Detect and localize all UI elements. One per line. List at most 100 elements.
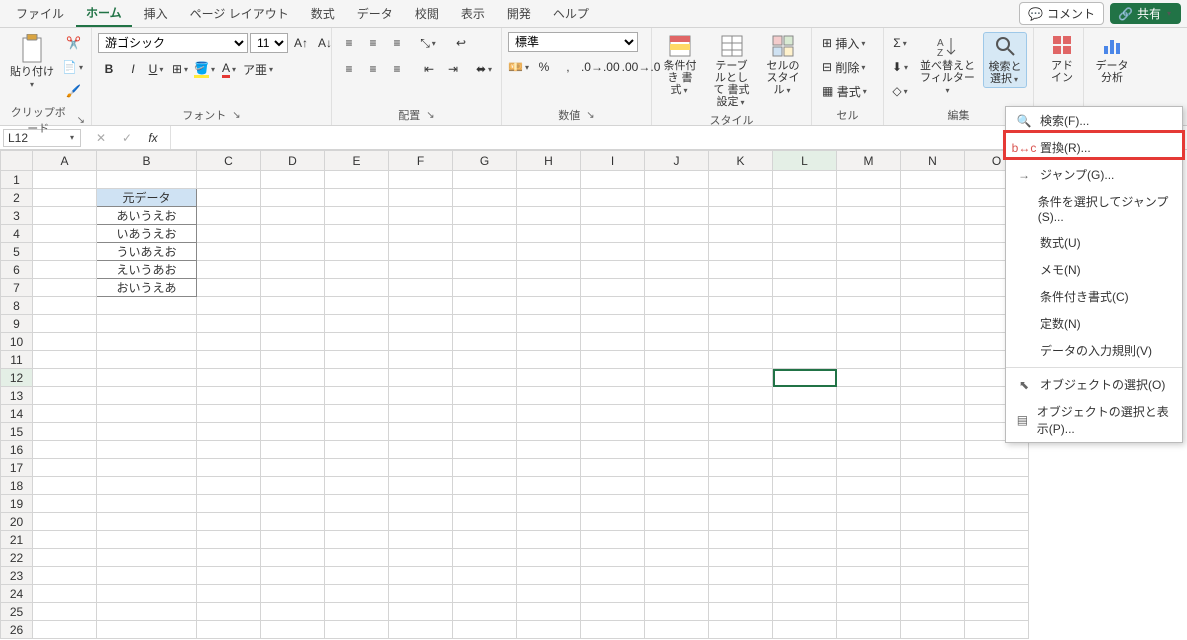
cell[interactable] (261, 549, 325, 567)
cell[interactable] (773, 189, 837, 207)
cell[interactable] (773, 171, 837, 189)
cell[interactable] (773, 621, 837, 639)
cell[interactable] (97, 459, 197, 477)
cell[interactable] (33, 297, 97, 315)
menu-formulas[interactable]: 数式(U) (1006, 229, 1182, 256)
cell[interactable] (581, 351, 645, 369)
cell[interactable] (453, 315, 517, 333)
cell[interactable] (901, 513, 965, 531)
cell[interactable] (709, 243, 773, 261)
tab-pagelayout[interactable]: ページ レイアウト (180, 1, 299, 26)
cell[interactable] (901, 207, 965, 225)
cell[interactable] (965, 549, 1029, 567)
cell[interactable] (837, 405, 901, 423)
cell[interactable] (97, 495, 197, 513)
column-header[interactable]: A (33, 151, 97, 171)
cell[interactable] (709, 333, 773, 351)
cell[interactable] (261, 225, 325, 243)
cell[interactable] (261, 243, 325, 261)
cell[interactable] (261, 585, 325, 603)
cell[interactable] (33, 369, 97, 387)
cell[interactable] (581, 441, 645, 459)
cell[interactable] (645, 603, 709, 621)
row-header[interactable]: 12 (1, 369, 33, 387)
cell[interactable] (261, 279, 325, 297)
cell[interactable] (709, 567, 773, 585)
cell[interactable] (517, 207, 581, 225)
cell[interactable] (453, 333, 517, 351)
cell[interactable] (389, 531, 453, 549)
cell[interactable] (197, 405, 261, 423)
cell[interactable] (197, 171, 261, 189)
copy-button[interactable]: 📄▾ (62, 56, 85, 78)
cell[interactable] (325, 189, 389, 207)
cell[interactable] (325, 423, 389, 441)
cell[interactable] (581, 387, 645, 405)
column-header[interactable]: F (389, 151, 453, 171)
cell[interactable] (581, 369, 645, 387)
cell[interactable] (97, 387, 197, 405)
cell[interactable] (773, 243, 837, 261)
row-header[interactable]: 10 (1, 333, 33, 351)
cell[interactable] (325, 477, 389, 495)
cell[interactable] (773, 513, 837, 531)
cell[interactable] (389, 315, 453, 333)
cell[interactable] (325, 171, 389, 189)
cell[interactable] (33, 243, 97, 261)
number-dialog-launcher[interactable]: ↘ (586, 110, 594, 121)
cell[interactable] (901, 477, 965, 495)
cell[interactable] (453, 189, 517, 207)
cell[interactable] (197, 549, 261, 567)
cell[interactable] (197, 585, 261, 603)
cell[interactable] (517, 567, 581, 585)
cell[interactable] (261, 297, 325, 315)
cell[interactable] (261, 189, 325, 207)
cell[interactable] (773, 387, 837, 405)
cell[interactable] (33, 387, 97, 405)
column-header[interactable]: M (837, 151, 901, 171)
cell[interactable] (581, 603, 645, 621)
comma-button[interactable]: , (557, 56, 579, 78)
cell[interactable] (581, 261, 645, 279)
cell[interactable] (389, 189, 453, 207)
cell[interactable] (901, 261, 965, 279)
cell[interactable] (453, 279, 517, 297)
cell[interactable] (453, 531, 517, 549)
cell[interactable] (325, 567, 389, 585)
cell[interactable] (773, 495, 837, 513)
fill-color-button[interactable]: 🪣▾ (194, 58, 217, 80)
cell[interactable] (581, 567, 645, 585)
cell[interactable] (837, 225, 901, 243)
cell[interactable] (581, 585, 645, 603)
cell[interactable] (645, 243, 709, 261)
cell[interactable] (837, 459, 901, 477)
cell[interactable] (197, 603, 261, 621)
analyze-data-button[interactable]: データ 分析 (1090, 32, 1134, 86)
cell[interactable] (33, 621, 97, 639)
cell[interactable] (901, 279, 965, 297)
row-header[interactable]: 6 (1, 261, 33, 279)
cell[interactable] (453, 495, 517, 513)
tab-insert[interactable]: 挿入 (134, 1, 178, 26)
cell[interactable] (773, 297, 837, 315)
cell[interactable] (773, 603, 837, 621)
underline-button[interactable]: U▾ (146, 58, 168, 80)
row-header[interactable]: 24 (1, 585, 33, 603)
cell[interactable] (837, 585, 901, 603)
cell[interactable] (197, 243, 261, 261)
cell[interactable] (837, 315, 901, 333)
tab-review[interactable]: 校閲 (405, 1, 449, 26)
cell[interactable] (901, 315, 965, 333)
cell[interactable] (901, 603, 965, 621)
cell[interactable] (197, 495, 261, 513)
cell[interactable] (709, 585, 773, 603)
tab-data[interactable]: データ (347, 1, 403, 26)
cell[interactable] (197, 459, 261, 477)
sort-filter-button[interactable]: AZ 並べ替えと フィルター▾ (916, 32, 979, 98)
cell[interactable] (33, 207, 97, 225)
cell[interactable] (965, 621, 1029, 639)
cell[interactable] (197, 567, 261, 585)
cell[interactable] (197, 207, 261, 225)
cell[interactable] (581, 459, 645, 477)
menu-selection-pane[interactable]: ▤オブジェクトの選択と表示(P)... (1006, 398, 1182, 442)
